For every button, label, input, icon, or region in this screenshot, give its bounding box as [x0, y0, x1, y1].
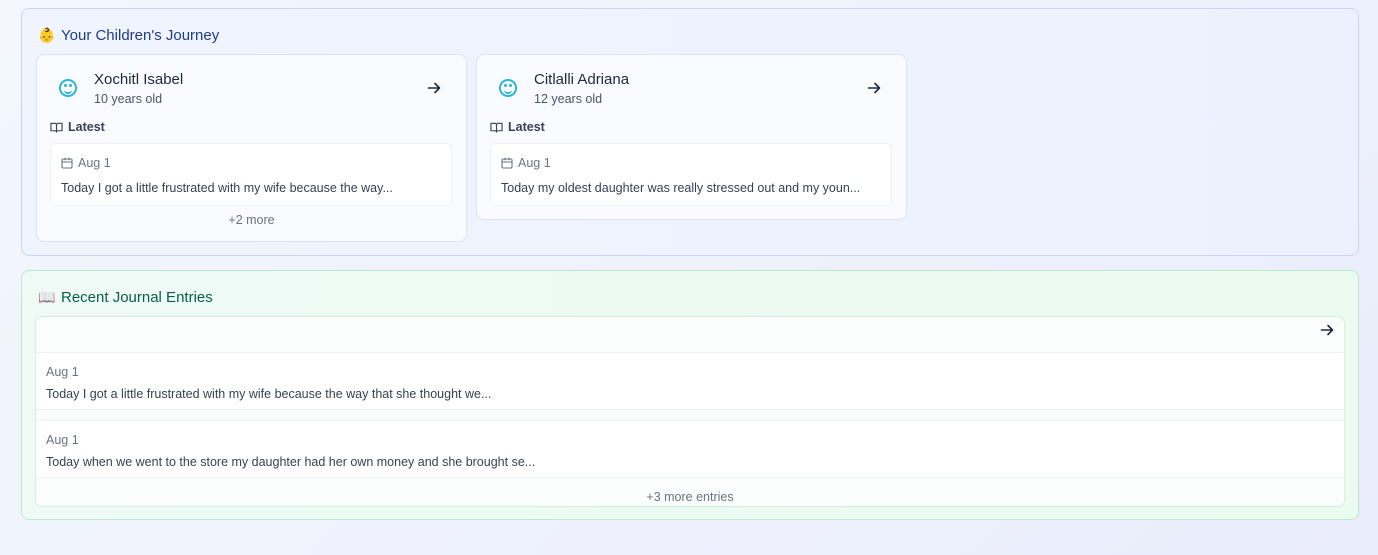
journal-entry-preview: Today when we went to the store my daugh… [46, 455, 536, 469]
children-journey-panel: 👶 Your Children's Journey Xochitl Isabel… [21, 8, 1359, 256]
calendar-icon [501, 157, 513, 169]
book-open-icon [50, 122, 63, 133]
open-child-button[interactable] [862, 76, 886, 100]
child-card-header: Xochitl Isabel 10 years old [37, 55, 466, 115]
entry-preview: Today my oldest daughter was really stre… [501, 181, 861, 195]
arrow-right-icon [1320, 324, 1334, 336]
more-entries-link[interactable]: +2 more [37, 213, 466, 227]
child-card-header: Citlalli Adriana 12 years old [477, 55, 906, 115]
entry-date-text: Aug 1 [78, 156, 111, 170]
journal-section-header: 📖 Recent Journal Entries [38, 287, 213, 307]
journal-entry-date: Aug 1 [46, 365, 79, 379]
latest-label: Latest [490, 119, 545, 135]
child-card: Xochitl Isabel 10 years old Latest Aug 1… [36, 54, 467, 242]
journal-entry-row[interactable]: Aug 1 Today when we went to the store my… [36, 420, 1344, 478]
baby-face-icon [59, 79, 77, 97]
journal-section-title: Recent Journal Entries [61, 288, 213, 306]
arrow-right-icon [867, 82, 881, 94]
child-card: Citlalli Adriana 12 years old Latest Aug… [476, 54, 907, 220]
child-name: Citlalli Adriana [534, 71, 630, 88]
entry-preview: Today I got a little frustrated with my … [61, 181, 393, 195]
baby-emoji-icon: 👶 [38, 26, 56, 43]
arrow-right-icon [427, 82, 441, 94]
children-section-title: Your Children's Journey [61, 26, 220, 44]
baby-face-icon [499, 79, 517, 97]
journal-entry-list: Aug 1 Today I got a little frustrated wi… [35, 316, 1345, 507]
recent-journal-panel: 📖 Recent Journal Entries Aug 1 Today I g… [21, 270, 1359, 520]
open-child-button[interactable] [422, 76, 446, 100]
latest-label-text: Latest [68, 120, 105, 134]
entry-date: Aug 1 [501, 155, 551, 171]
child-name: Xochitl Isabel [94, 71, 184, 88]
journal-entry-row[interactable]: Aug 1 Today I got a little frustrated wi… [36, 352, 1344, 410]
latest-entry[interactable]: Aug 1 Today I got a little frustrated wi… [50, 143, 452, 206]
entry-date: Aug 1 [61, 155, 111, 171]
calendar-icon [61, 157, 73, 169]
child-age: 12 years old [534, 92, 603, 106]
latest-label: Latest [50, 119, 105, 135]
entry-date-text: Aug 1 [518, 156, 551, 170]
more-entries-link[interactable]: +3 more entries [36, 490, 1344, 504]
open-book-emoji-icon: 📖 [38, 288, 56, 305]
latest-entry[interactable]: Aug 1 Today my oldest daughter was reall… [490, 143, 892, 206]
view-all-journal-button[interactable] [1315, 318, 1339, 342]
journal-list-header [36, 317, 1344, 352]
children-section-header: 👶 Your Children's Journey [38, 25, 219, 45]
book-open-icon [490, 122, 503, 133]
journal-entry-preview: Today I got a little frustrated with my … [46, 387, 492, 401]
latest-label-text: Latest [508, 120, 545, 134]
child-age: 10 years old [94, 92, 163, 106]
journal-entry-date: Aug 1 [46, 433, 79, 447]
